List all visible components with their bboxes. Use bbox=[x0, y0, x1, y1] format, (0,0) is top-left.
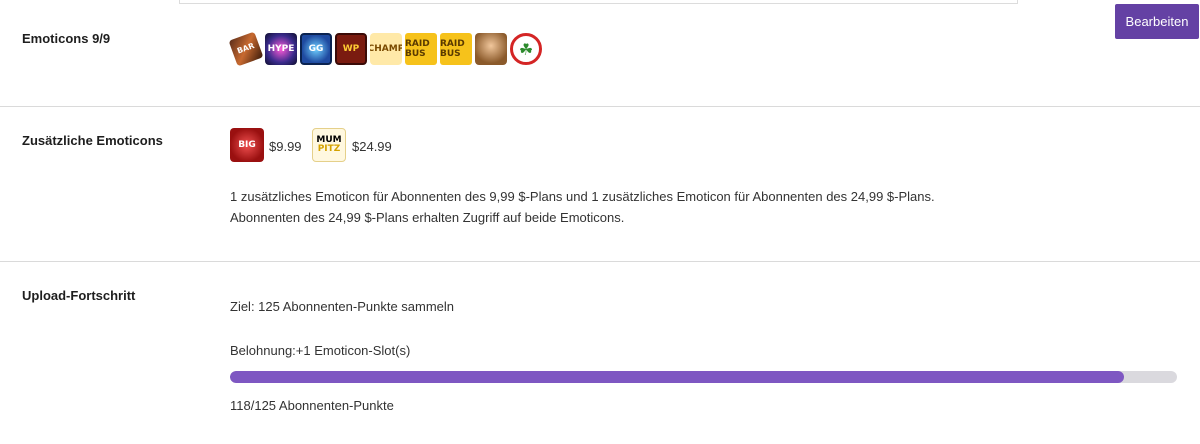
reward-text: Belohnung:+1 Emoticon-Slot(s) bbox=[230, 343, 411, 358]
face-emote[interactable] bbox=[475, 33, 507, 65]
section-divider-2 bbox=[0, 261, 1200, 262]
additional-emoticons-label: Zusätzliche Emoticons bbox=[22, 133, 163, 148]
progress-bar-fill bbox=[230, 371, 1124, 383]
upload-progress-label: Upload-Fortschritt bbox=[22, 288, 136, 303]
clover-emote[interactable]: ☘ bbox=[510, 33, 542, 65]
raid-bus-emote-2[interactable]: RAID BUS bbox=[440, 33, 472, 65]
tier1-price: $9.99 bbox=[269, 139, 302, 154]
description-line-1: 1 zusätzliches Emoticon für Abonnenten d… bbox=[230, 189, 935, 204]
top-field-edge bbox=[179, 0, 1018, 4]
emoticon-settings-panel: Bearbeiten Emoticons 9/9 BAR HYPE GG WP … bbox=[0, 0, 1200, 444]
additional-emoticons-description: 1 zusätzliches Emoticon für Abonnenten d… bbox=[230, 186, 1130, 228]
wp-emote[interactable]: WP bbox=[335, 33, 367, 65]
raid-bus-emote-1[interactable]: RAID BUS bbox=[405, 33, 437, 65]
gg-emote[interactable]: GG bbox=[300, 33, 332, 65]
candy-bar-emote[interactable]: BAR bbox=[228, 31, 264, 67]
section-divider-1 bbox=[0, 106, 1200, 107]
tier2-price: $24.99 bbox=[352, 139, 392, 154]
champ-emote[interactable]: CHAMP bbox=[370, 33, 402, 65]
goal-text: Ziel: 125 Abonnenten-Punkte sammeln bbox=[230, 299, 455, 314]
progress-bar bbox=[230, 371, 1177, 383]
emoticon-list: BAR HYPE GG WP CHAMP RAID BUS RAID BUS ☘ bbox=[228, 31, 542, 67]
hype-emote[interactable]: HYPE bbox=[265, 33, 297, 65]
progress-text: 118/125 Abonnenten-Punkte bbox=[230, 398, 394, 413]
emoticons-label: Emoticons 9/9 bbox=[22, 31, 111, 46]
tier1-emote[interactable]: BIG bbox=[230, 128, 264, 162]
tier2-emote-text-bottom: PITZ bbox=[317, 144, 341, 154]
description-line-2: Abonnenten des 24,99 $-Plans erhalten Zu… bbox=[230, 210, 625, 225]
tier2-emote[interactable]: MUM PITZ bbox=[312, 128, 346, 162]
edit-button[interactable]: Bearbeiten bbox=[1115, 4, 1199, 39]
